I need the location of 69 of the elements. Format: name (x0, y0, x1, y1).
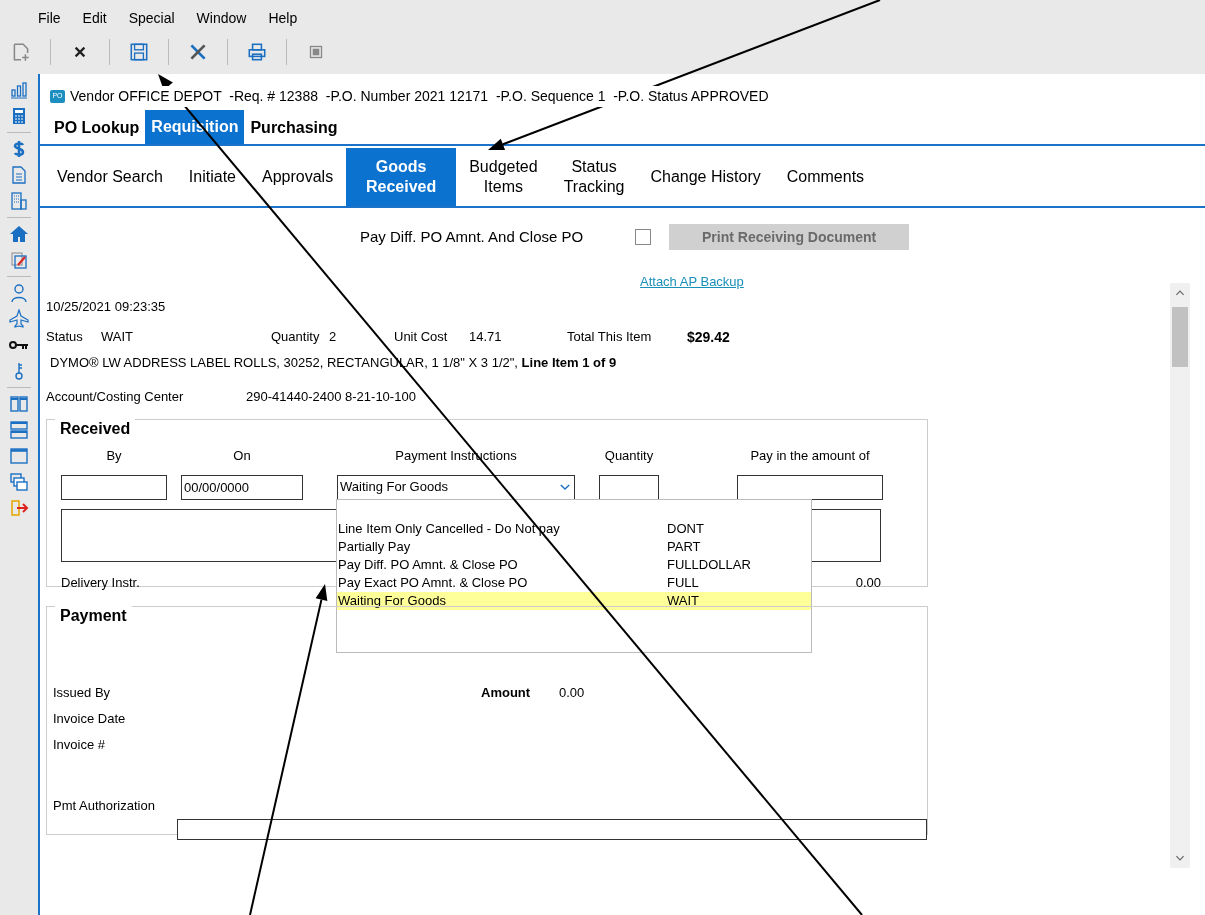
menu-item[interactable]: Special (128, 8, 175, 30)
document-icon[interactable] (9, 165, 29, 185)
tab[interactable]: Purchasing (244, 112, 344, 144)
stacked-windows-icon[interactable] (9, 472, 29, 492)
field-label: Unit Cost (394, 328, 449, 347)
field-value: 14.71 (469, 328, 503, 347)
tab[interactable]: Vendor Search (44, 148, 176, 206)
field-value: 290-41440-2400 8-21-10-100 (246, 388, 416, 407)
column-label: Quantity (603, 446, 655, 465)
home-icon[interactable] (9, 224, 29, 244)
dropdown-option[interactable]: Pay Exact PO Amnt. & Close PO FULL (337, 574, 811, 592)
field-label: Pmt Authorization (53, 796, 155, 815)
print-icon[interactable] (246, 41, 268, 63)
tab[interactable]: Goods Received (346, 148, 457, 206)
field-label: Amount (481, 683, 532, 702)
bar-chart-icon[interactable] (9, 80, 29, 100)
menu-item[interactable]: Edit (82, 8, 107, 30)
field-value: WAIT (101, 328, 134, 347)
column-label: Pay in the amount of (749, 446, 871, 465)
dropdown[interactable]: Waiting For Goods (337, 474, 575, 500)
exit-icon[interactable] (9, 498, 29, 518)
input-field[interactable] (177, 818, 927, 840)
timestamp: 10/25/2021 09:23:35 (46, 298, 166, 317)
input-field[interactable]: 00/00/0000 (181, 474, 303, 500)
save-icon[interactable] (128, 41, 150, 63)
field-value: 0.00 (559, 683, 585, 702)
field-label: Total This Item (567, 328, 653, 347)
building-icon[interactable] (9, 191, 29, 211)
tab[interactable]: Initiate (175, 148, 249, 206)
menu-item[interactable]: File (38, 8, 61, 30)
field-value: 2 (329, 328, 338, 347)
column-label: By (105, 446, 123, 465)
section-title: Payment (55, 604, 132, 626)
airplane-icon[interactable] (9, 309, 29, 329)
checkbox-label: Pay Diff. PO Amnt. And Close PO (360, 226, 584, 247)
field-value: 0.00 (855, 573, 881, 592)
tab[interactable]: Status Tracking (550, 148, 638, 206)
column-label: On (232, 446, 252, 465)
menu-item[interactable]: Window (196, 8, 247, 30)
checkbox[interactable] (635, 229, 652, 245)
person-icon[interactable] (9, 283, 29, 303)
menu-item[interactable]: Help (268, 8, 298, 30)
field-label: Quantity (271, 328, 321, 347)
field-label: Status (46, 328, 84, 347)
window-icon[interactable] (9, 446, 29, 466)
input-field[interactable] (737, 474, 883, 500)
field-label: Delivery Instr. (61, 573, 140, 592)
field-label: Issued By (53, 683, 112, 702)
input-field[interactable] (599, 474, 659, 500)
field-label: Invoice Date (53, 709, 126, 728)
dropdown-option[interactable]: Partially Pay PART (337, 538, 811, 556)
field-label: Account/Costing Center (46, 388, 185, 407)
edit-icon[interactable] (9, 250, 29, 270)
input-field[interactable] (61, 474, 167, 500)
tab[interactable]: Approvals (249, 148, 347, 206)
link[interactable]: Attach AP Backup (640, 272, 744, 292)
field-label: Invoice # (53, 735, 106, 754)
header-text: Vendor OFFICE DEPOT -Req. # 12388 -P.O. Number 2021 12171 -P.O. Sequence 1 -P.O. Status APPROVED (70, 85, 769, 107)
dropdown-option[interactable]: Pay Diff. PO Amnt. & Close PO FULLDOLLAR (337, 556, 811, 574)
scrollbar[interactable] (1170, 283, 1190, 868)
dropdown-option[interactable]: Line Item Only Cancelled - Do Not pay DONT (337, 520, 811, 538)
tab[interactable]: Change History (637, 148, 774, 206)
tab[interactable]: Budgeted Items (456, 148, 551, 206)
two-columns-icon[interactable] (9, 394, 29, 414)
two-rows-icon[interactable] (9, 420, 29, 440)
tab[interactable]: Comments (773, 148, 878, 206)
tab[interactable]: PO Lookup (48, 112, 146, 144)
field-value: $29.42 (687, 327, 731, 347)
scroll-thumb[interactable] (1172, 307, 1188, 367)
